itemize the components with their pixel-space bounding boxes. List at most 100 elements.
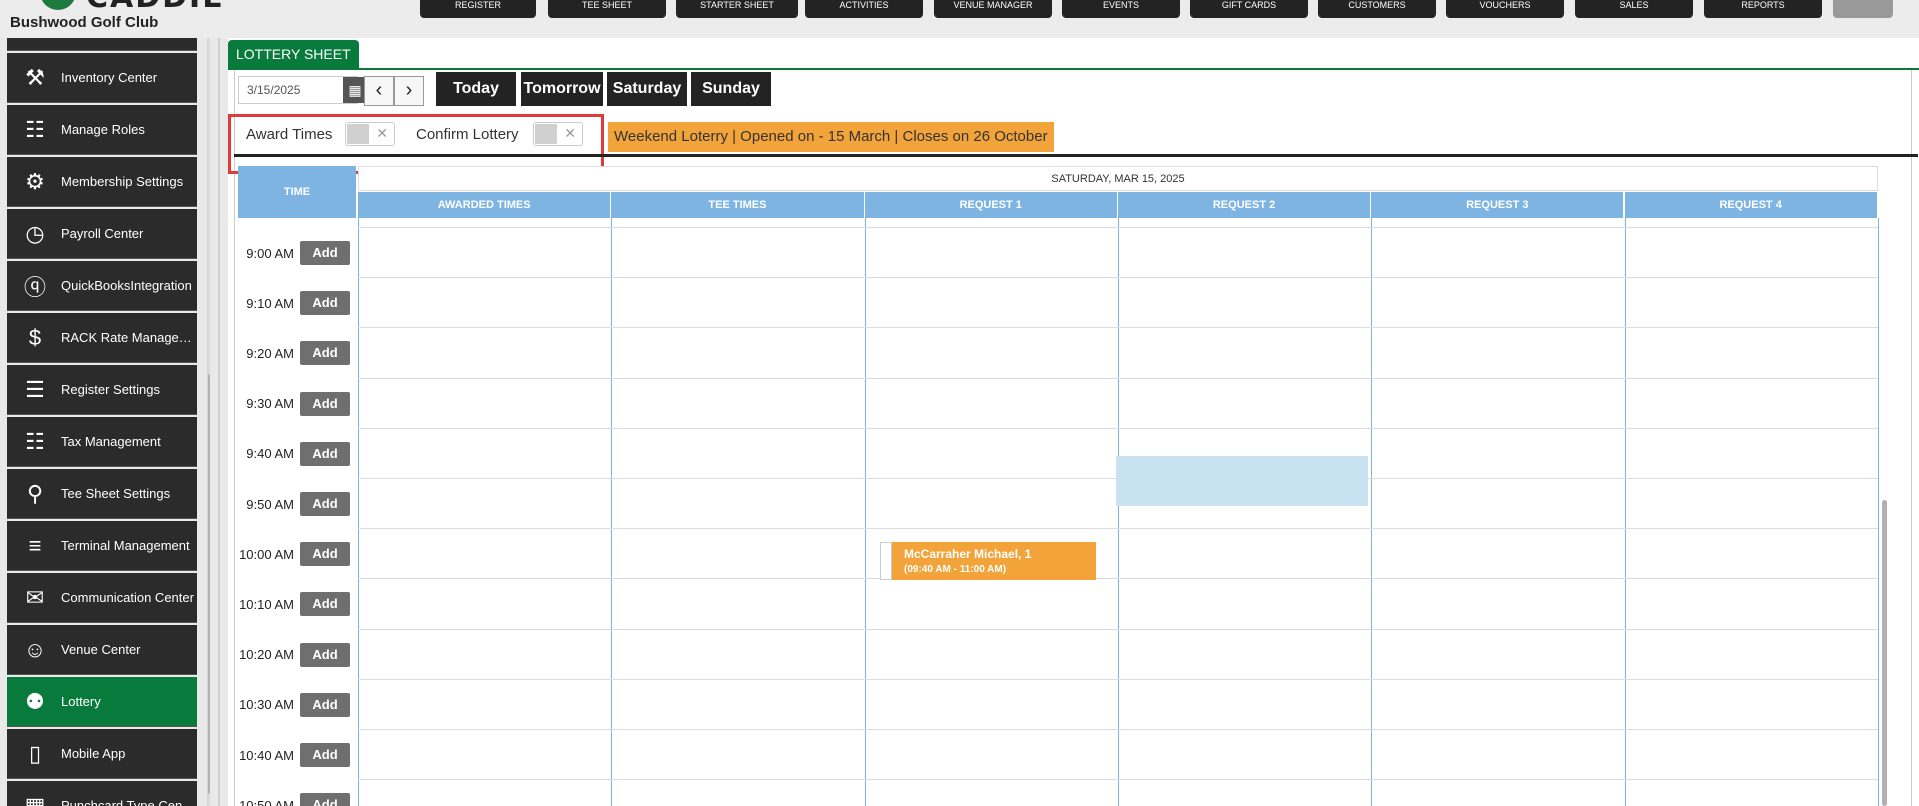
main-panel: LOTTERY SHEET 3/15/2025 ▦ ‹ › Today Tomo… bbox=[228, 38, 1919, 806]
add-button[interactable]: Add bbox=[300, 441, 350, 466]
sidebar-item-manage-roles[interactable]: ☷ Manage Roles bbox=[7, 105, 197, 155]
add-button[interactable]: Add bbox=[300, 592, 350, 617]
time-slot: 10:30 AM Add bbox=[238, 680, 356, 730]
saturday-button[interactable]: Saturday bbox=[607, 72, 687, 106]
tab-lottery-sheet[interactable]: LOTTERY SHEET bbox=[228, 40, 359, 68]
inventory-icon: ⚒ bbox=[25, 64, 45, 90]
time-slot: 10:50 AM Add bbox=[238, 780, 356, 806]
sidebar-item-membership-settings[interactable]: ⚙ Membership Settings bbox=[7, 157, 197, 207]
sidebar-item-terminal-management[interactable]: ≡ Terminal Management bbox=[7, 521, 197, 571]
nav-button-11[interactable] bbox=[1833, 0, 1893, 18]
time-slot: 9:40 AM Add bbox=[238, 429, 356, 479]
time-slot: 10:00 AM Add bbox=[238, 529, 356, 579]
column-header-request-2: REQUEST 2 bbox=[1117, 192, 1372, 218]
add-button[interactable]: Add bbox=[300, 542, 350, 567]
time-slot: 9:50 AM Add bbox=[238, 479, 356, 529]
nav-button-4[interactable]: VENUE MANAGER bbox=[934, 0, 1052, 18]
lottery-icon: ⚉ bbox=[25, 688, 45, 714]
sunday-button[interactable]: Sunday bbox=[691, 72, 771, 106]
logo-text: CADDIE bbox=[86, 0, 225, 10]
nav-button-7[interactable]: CUSTOMERS bbox=[1318, 0, 1436, 18]
column-divider bbox=[1877, 218, 1879, 806]
sidebar-item-venue-center[interactable]: ☺ Venue Center bbox=[7, 625, 197, 675]
column-divider bbox=[1624, 218, 1626, 806]
nav-button-5[interactable]: EVENTS bbox=[1062, 0, 1180, 18]
add-button[interactable]: Add bbox=[300, 642, 350, 667]
nav-button-10[interactable]: REPORTS bbox=[1704, 0, 1822, 18]
nav-button-3[interactable]: ACTIVITIES bbox=[805, 0, 923, 18]
sidebar-item-mobile-app[interactable]: ▯ Mobile App bbox=[7, 729, 197, 779]
confirm-lottery-toggle[interactable]: ✕ bbox=[533, 122, 583, 146]
sidebar-item-label: Punchcard Type Center bbox=[61, 798, 197, 806]
mobile-app-icon: ▯ bbox=[28, 740, 42, 766]
nav-button-8[interactable]: VOUCHERS bbox=[1446, 0, 1564, 18]
tomorrow-button[interactable]: Tomorrow bbox=[521, 72, 603, 106]
grid-scrollbar[interactable] bbox=[1882, 500, 1887, 806]
add-button[interactable]: Add bbox=[300, 241, 350, 265]
sidebar-scroll-thumb[interactable] bbox=[208, 374, 210, 794]
sidebar-item-tee-sheet-settings[interactable]: ⚲ Tee Sheet Settings bbox=[7, 469, 197, 519]
register-settings-icon: ☰ bbox=[25, 376, 45, 402]
nav-button-0[interactable]: REGISTER bbox=[420, 0, 536, 18]
add-button[interactable]: Add bbox=[300, 492, 350, 516]
top-bar: CADDIE Bushwood Golf Club REGISTER TEE SH… bbox=[0, 0, 1919, 38]
nav-button-2[interactable]: STARTER SHEET bbox=[676, 0, 798, 18]
rate-icon: $ bbox=[28, 324, 42, 350]
quickbooks-icon: ⓠ bbox=[23, 274, 46, 300]
sidebar-item-lottery[interactable]: ⚉ Lottery bbox=[7, 677, 197, 727]
add-button[interactable]: Add bbox=[300, 692, 350, 717]
column-divider bbox=[864, 218, 866, 806]
time-slot: 10:40 AM Add bbox=[238, 730, 356, 780]
gear-icon: ⚙ bbox=[25, 168, 45, 194]
add-button[interactable]: Add bbox=[300, 341, 350, 366]
nav-button-9[interactable]: SALES bbox=[1575, 0, 1693, 18]
column-header-awarded-times: AWARDED TIMES bbox=[358, 192, 612, 218]
lottery-info-badge: Weekend Loterry | Opened on - 15 March |… bbox=[608, 122, 1054, 152]
time-column-header: TIME bbox=[238, 166, 356, 218]
column-divider bbox=[1117, 218, 1119, 806]
sidebar-item-communication-center[interactable]: ✉ Communication Center bbox=[7, 573, 197, 623]
menu-item-icon: ▤ bbox=[17, 38, 53, 44]
sidebar-item-quickbooksintegration[interactable]: ⓠ QuickBooksIntegration bbox=[7, 261, 197, 311]
column-divider bbox=[611, 218, 613, 806]
sidebar-item-inventory-center[interactable]: ⚒ Inventory Center bbox=[7, 53, 197, 103]
time-label: 9:10 AM bbox=[246, 295, 294, 311]
sidebar-item-register-settings[interactable]: ☰ Register Settings bbox=[7, 365, 197, 415]
add-button[interactable]: Add bbox=[300, 743, 350, 767]
section-divider bbox=[234, 154, 1918, 157]
row-divider bbox=[358, 578, 1878, 580]
sidebar-item-punchcard-type-center[interactable]: ▦ Punchcard Type Center bbox=[7, 781, 197, 806]
row-divider bbox=[358, 628, 1878, 630]
next-day-button[interactable]: › bbox=[394, 76, 424, 106]
add-button[interactable]: Add bbox=[300, 793, 350, 806]
award-times-label: Award Times bbox=[246, 126, 333, 143]
selected-cell[interactable] bbox=[1116, 456, 1368, 506]
date-input[interactable]: 3/15/2025 ▦ bbox=[238, 76, 367, 104]
sidebar-scrollbar[interactable] bbox=[207, 38, 210, 806]
sidebar-item-top[interactable]: ▤ bbox=[7, 38, 197, 51]
nav-button-1[interactable]: TEE SHEET bbox=[548, 0, 666, 18]
award-times-toggle[interactable]: ✕ bbox=[345, 122, 395, 146]
clock-icon: ◷ bbox=[25, 220, 45, 246]
lottery-request-card[interactable]: McCarraher Michael, 1 (09:40 AM - 11:00 … bbox=[880, 542, 1096, 580]
prev-day-button[interactable]: ‹ bbox=[364, 76, 394, 106]
row-divider bbox=[358, 377, 1878, 379]
sidebar-item-rack-rate-manageme[interactable]: $ RACK Rate Manageme... bbox=[7, 313, 197, 363]
sidebar-item-label: Communication Center bbox=[61, 590, 194, 605]
sidebar-item-tax-management[interactable]: ☷ Tax Management bbox=[7, 417, 197, 467]
sidebar-item-payroll-center[interactable]: ◷ Payroll Center bbox=[7, 209, 197, 259]
sidebar-item-label: Mobile App bbox=[61, 746, 126, 761]
add-button[interactable]: Add bbox=[300, 291, 350, 316]
sidebar-item-label: Lottery bbox=[61, 694, 101, 709]
time-slot: 9:30 AM Add bbox=[238, 379, 356, 429]
sidebar-item-label: QuickBooksIntegration bbox=[61, 278, 192, 293]
add-button[interactable]: Add bbox=[300, 391, 350, 416]
row-divider bbox=[358, 427, 1878, 429]
time-slot: 9:20 AM Add bbox=[238, 328, 356, 378]
nav-button-6[interactable]: GIFT CARDS bbox=[1190, 0, 1308, 18]
time-label: 9:40 AM bbox=[246, 446, 294, 462]
sidebar-item-label: Payroll Center bbox=[61, 226, 144, 241]
sidebar-item-label: Terminal Management bbox=[61, 538, 190, 553]
today-button[interactable]: Today bbox=[436, 72, 516, 106]
lottery-controls: Award Times ✕ Confirm Lottery ✕ Weekend … bbox=[228, 110, 1912, 174]
